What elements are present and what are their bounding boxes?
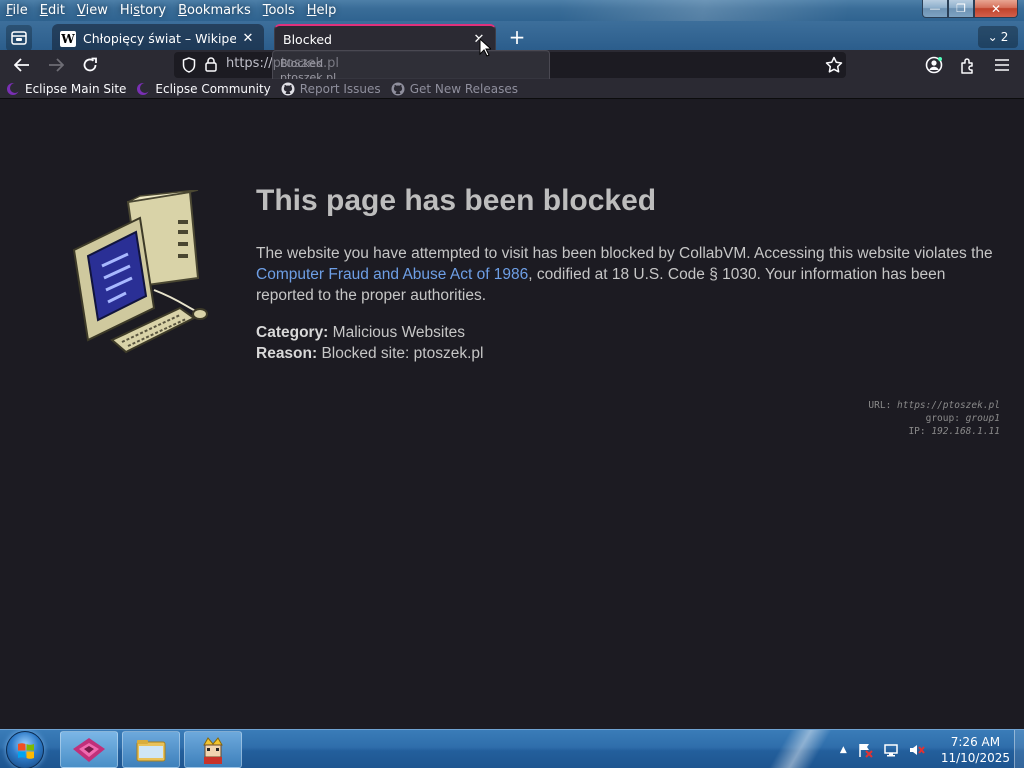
tab-strip: W Chłopięcy świat – Wikipedia, wo ✕ Bloc…: [0, 21, 1024, 53]
reload-icon: [83, 57, 97, 72]
tab-title: Chłopięcy świat – Wikipedia, wo: [83, 31, 236, 46]
taskbar: ▲ 7:26 AM 11/10/2025: [0, 729, 1024, 768]
bookmark-eclipse-main-site[interactable]: Eclipse Main Site: [6, 82, 126, 96]
account-button[interactable]: [921, 52, 947, 78]
star-icon: [825, 56, 843, 73]
firefox-view-button[interactable]: [6, 25, 32, 51]
app-menu-button[interactable]: [989, 52, 1015, 78]
block-message: The website you have attempted to visit …: [256, 245, 993, 304]
network-icon[interactable]: [883, 742, 899, 758]
volume-muted-icon[interactable]: [909, 742, 925, 758]
reason-value: Blocked site: ptoszek.pl: [321, 345, 484, 362]
action-center-flag-icon[interactable]: [857, 742, 873, 758]
menu-help[interactable]: Help: [301, 0, 343, 21]
bookmark-star-button[interactable]: [822, 52, 846, 78]
reason-line: Reason: Blocked site: ptoszek.pl: [256, 345, 484, 362]
extensions-button[interactable]: [955, 52, 981, 78]
show-hidden-icons-button[interactable]: ▲: [840, 745, 847, 755]
taskbar-app-button[interactable]: [184, 731, 242, 768]
firefox-view-icon: [11, 31, 27, 45]
category-value: Malicious Websites: [332, 324, 466, 341]
show-desktop-button[interactable]: [1014, 730, 1024, 768]
window-controls: — ❐ ✕: [922, 0, 1018, 18]
chevron-down-icon: ⌄: [987, 30, 998, 44]
windows-logo-icon: [18, 743, 34, 759]
hamburger-icon: [995, 59, 1009, 71]
reload-button[interactable]: [77, 52, 103, 78]
start-button[interactable]: [6, 731, 44, 768]
taskbar-explorer-button[interactable]: [122, 731, 180, 768]
arrow-right-icon: [49, 58, 64, 72]
minimize-button[interactable]: —: [922, 0, 948, 18]
bookmark-get-new-releases[interactable]: Get New Releases: [391, 82, 518, 96]
taskbar-browser-button[interactable]: [60, 731, 118, 768]
page-title: This page has been blocked: [256, 184, 657, 217]
mouse-cursor-icon: [479, 38, 491, 57]
menu-history[interactable]: History: [114, 0, 172, 21]
bookmark-report-issues[interactable]: Report Issues: [281, 82, 381, 96]
bookmark-eclipse-community[interactable]: Eclipse Community: [136, 82, 271, 96]
lock-icon[interactable]: [205, 57, 217, 72]
tab-blocked[interactable]: Blocked ✕: [274, 24, 496, 53]
close-window-button[interactable]: ✕: [974, 0, 1018, 18]
list-all-tabs-button[interactable]: ⌄ 2: [978, 26, 1018, 48]
cfaa-link[interactable]: Computer Fraud and Abuse Act of 1986: [256, 266, 528, 283]
github-icon: [391, 82, 405, 95]
back-button[interactable]: [9, 52, 35, 78]
menu-bookmarks[interactable]: Bookmarks: [172, 0, 257, 21]
menu-tools[interactable]: Tools: [257, 0, 301, 21]
github-icon: [281, 82, 295, 95]
preview-title: Blocked: [280, 57, 324, 70]
tab-title: Blocked: [283, 32, 332, 47]
menu-view[interactable]: View: [71, 0, 114, 21]
browser-app-icon: [73, 737, 105, 762]
retro-computer-icon: [72, 190, 208, 354]
tab-count: 2: [1000, 30, 1009, 44]
forward-button[interactable]: [43, 52, 69, 78]
new-tab-button[interactable]: +: [506, 27, 528, 49]
folder-icon: [136, 739, 166, 761]
menu-edit[interactable]: Edit: [34, 0, 71, 21]
clock-time: 7:26 AM: [950, 734, 1001, 749]
wikipedia-icon: W: [60, 30, 76, 47]
tab-close-icon[interactable]: ✕: [240, 31, 256, 46]
eclipse-icon: [137, 82, 151, 95]
debug-info: URL: https://ptoszek.pl group: group1 IP…: [868, 400, 1000, 437]
arrow-left-icon: [14, 58, 29, 72]
tab-wikipedia[interactable]: W Chłopięcy świat – Wikipedia, wo ✕: [52, 24, 264, 53]
puzzle-icon: [960, 57, 973, 74]
king-app-icon: [203, 736, 223, 764]
page-content: This page has been blocked The website y…: [0, 100, 1024, 729]
clock-date: 11/10/2025: [940, 750, 1010, 765]
maximize-button[interactable]: ❐: [948, 0, 974, 18]
menu-bar: File Edit View History Bookmarks Tools H…: [0, 0, 1024, 21]
menu-file[interactable]: File: [0, 0, 34, 21]
account-icon: [925, 56, 943, 74]
system-tray: ▲ 7:26 AM 11/10/2025: [840, 730, 1010, 768]
eclipse-icon: [7, 82, 20, 95]
system-clock[interactable]: 7:26 AM 11/10/2025: [941, 734, 1010, 766]
bookmarks-toolbar: Eclipse Main Site Eclipse Community Repo…: [0, 79, 1024, 99]
shield-icon[interactable]: [182, 57, 196, 73]
category-line: Category: Malicious Websites: [256, 324, 466, 341]
